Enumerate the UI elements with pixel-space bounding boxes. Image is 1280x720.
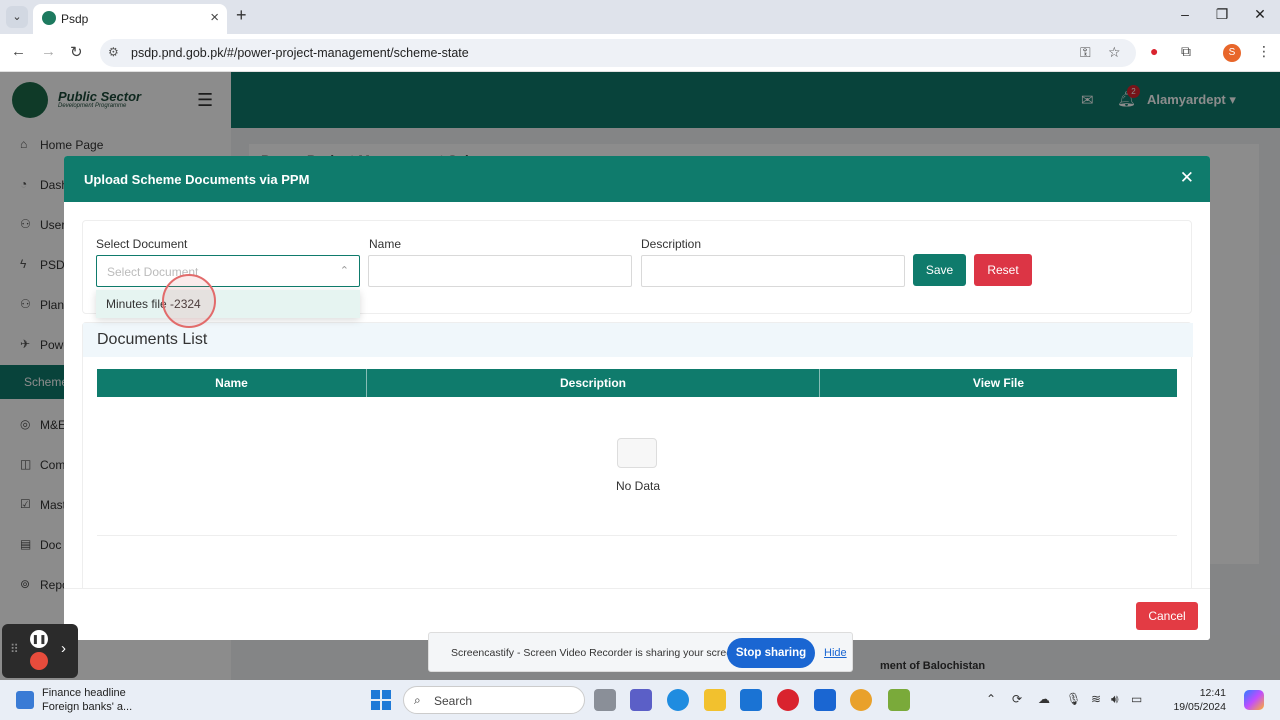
news-subtitle[interactable]: Foreign banks' a... [42,701,132,713]
news-widget-icon[interactable] [16,691,34,709]
select-document-label: Select Document [96,237,188,251]
microphone-icon[interactable]: 🎙︎ [1066,692,1081,706]
file-explorer-icon[interactable] [704,689,726,711]
modal-body: Select Document Name Description Select … [64,202,1210,604]
screen-share-bar: Screencastify - Screen Video Recorder is… [428,632,853,672]
back-icon[interactable]: ← [11,43,26,60]
cancel-button[interactable]: Cancel [1136,602,1198,630]
reload-icon[interactable]: ↻ [70,43,83,61]
minimize-icon[interactable]: – [1175,6,1195,22]
stop-sharing-button[interactable]: Stop sharing [727,638,815,668]
close-tab-icon[interactable]: × [210,9,219,26]
sync-icon[interactable]: ⟳ [1012,692,1022,706]
chrome-icon[interactable] [850,689,872,711]
task-view-icon[interactable] [594,689,616,711]
extensions-puzzle-icon[interactable]: ⧉ [1181,43,1191,60]
wifi-icon[interactable]: ≋ [1091,692,1101,706]
name-label: Name [369,237,402,251]
hide-link[interactable]: Hide [824,647,847,659]
battery-icon[interactable]: ▭ [1131,692,1142,706]
app-icon[interactable] [888,689,910,711]
documents-list-title: Documents List [97,331,208,348]
profile-avatar[interactable]: S [1223,44,1241,62]
clock-date[interactable]: 19/05/2024 [1160,701,1226,713]
tray-chevron-up-icon[interactable]: ⌃ [986,692,996,706]
volume-icon[interactable]: 🔊︎ [1111,692,1119,707]
dropbox-icon[interactable] [814,689,836,711]
empty-inbox-icon [617,438,657,468]
browser-menu-icon[interactable]: ⋮ [1257,43,1271,60]
description-label: Description [641,237,702,251]
empty-state-text: No Data [615,479,661,493]
teams-icon[interactable] [630,689,652,711]
share-notice-text: Screencastify - Screen Video Recorder is… [451,647,741,659]
drag-handle-icon[interactable]: ⠿ [10,642,19,656]
password-key-icon[interactable]: ⚿ [1080,44,1091,61]
browser-tab-strip: ⌄ Psdp × + – ❐ ✕ [0,0,1280,34]
taskbar-search[interactable]: ⌕ Search [403,686,585,714]
address-toolbar: ← → ↻ ⚙ psdp.pnd.gob.pk/#/power-project-… [0,34,1280,72]
bookmark-star-icon[interactable]: ☆ [1108,44,1121,61]
column-header-name: Name [97,369,367,397]
select-document-options: Minutes file -2324 [96,290,360,318]
modal-header: Upload Scheme Documents via PPM ✕ [64,156,1210,202]
url-bar[interactable]: ⚙ psdp.pnd.gob.pk/#/power-project-manage… [100,39,1136,67]
tab-search-button[interactable]: ⌄ [6,6,28,28]
site-info-icon[interactable]: ⚙ [108,45,119,59]
maximize-icon[interactable]: ❐ [1212,6,1232,23]
stop-record-icon[interactable] [30,652,48,670]
description-input[interactable] [641,255,905,287]
edge-icon[interactable] [667,689,689,711]
save-button[interactable]: Save [913,254,966,286]
documents-list-card: Documents List Name Description View Fil… [82,322,1193,604]
modal-title: Upload Scheme Documents via PPM [84,172,310,187]
windows-start-icon[interactable] [371,690,391,710]
antivirus-icon[interactable] [777,689,799,711]
site-favicon-icon [42,11,56,25]
forward-icon[interactable]: → [41,43,56,60]
taskbar: Finance headline Foreign banks' a... ⌕ S… [0,680,1280,720]
recording-controls: ⠿ ❚❚ › [2,624,78,678]
upload-documents-modal: Upload Scheme Documents via PPM ✕ Select… [64,156,1210,640]
url-text: psdp.pnd.gob.pk/#/power-project-manageme… [131,46,469,60]
copilot-icon[interactable] [1244,690,1264,710]
documents-table-header: Name Description View File [97,369,1177,397]
table-divider [97,535,1177,536]
chevron-right-icon[interactable]: › [61,640,66,657]
clock-time[interactable]: 12:41 [1186,687,1226,699]
mail-app-icon[interactable] [740,689,762,711]
select-document-dropdown[interactable]: Select Document ⌃ [96,255,360,287]
pause-icon[interactable]: ❚❚ [30,630,48,648]
window-close-icon[interactable]: ✕ [1250,6,1270,23]
tab-title: Psdp [61,12,89,26]
search-icon: ⌕ [414,693,421,707]
dropdown-option[interactable]: Minutes file -2324 [96,290,360,318]
column-header-view-file: View File [972,376,1025,390]
chevron-up-icon: ⌃ [339,265,349,277]
cloud-icon[interactable]: ☁ [1038,692,1050,706]
modal-close-icon[interactable]: ✕ [1180,168,1194,188]
documents-list-header: Documents List [83,323,1193,357]
column-header-description: Description [367,369,820,397]
search-label: Search [434,694,473,708]
reset-button[interactable]: Reset [974,254,1032,286]
name-input[interactable] [368,255,632,287]
news-title[interactable]: Finance headline [42,687,126,699]
new-tab-icon[interactable]: + [236,5,247,26]
extension-record-icon[interactable]: ● [1150,43,1158,59]
browser-tab[interactable]: Psdp × [33,4,227,34]
click-indicator [162,274,216,328]
